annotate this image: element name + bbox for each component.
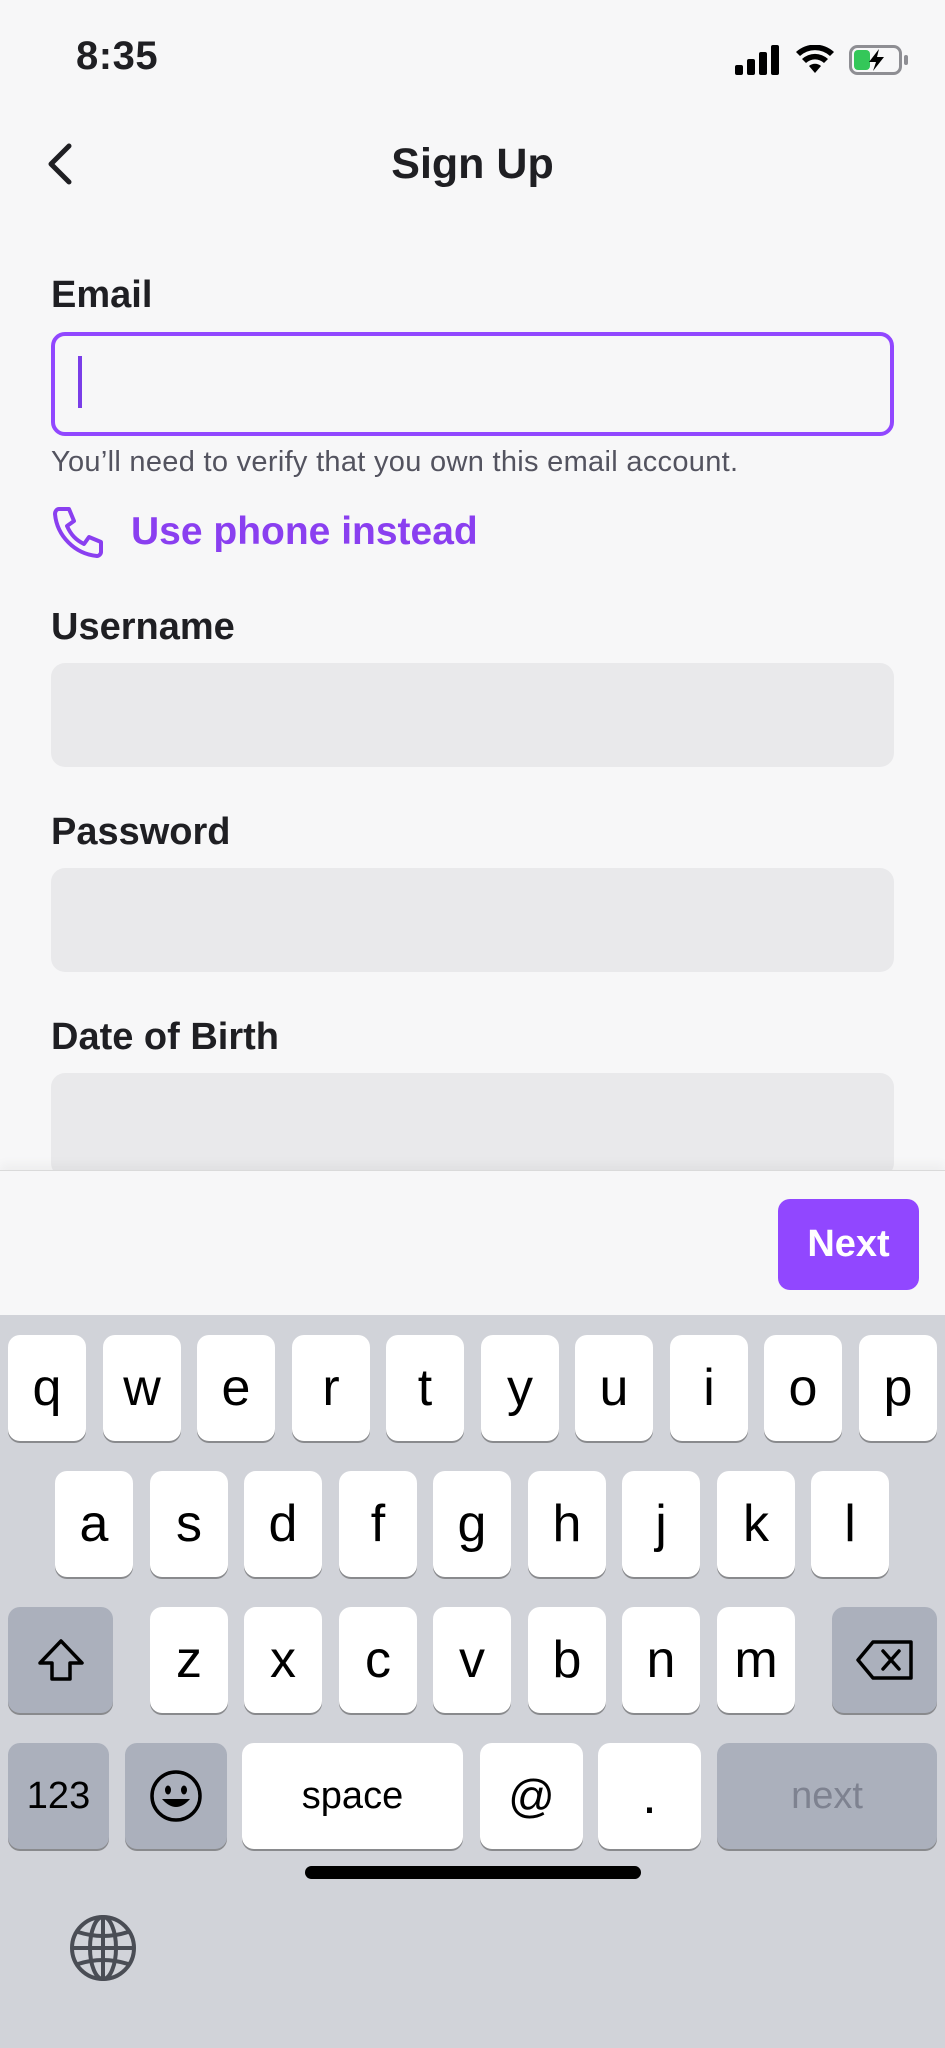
wifi-icon xyxy=(796,45,834,73)
email-label: Email xyxy=(51,274,153,316)
at-key[interactable]: @ xyxy=(480,1743,583,1849)
status-icons xyxy=(735,40,909,80)
dob-input[interactable] xyxy=(51,1073,894,1177)
shift-key[interactable] xyxy=(8,1607,113,1713)
key-a[interactable]: a xyxy=(55,1471,133,1577)
key-p[interactable]: p xyxy=(859,1335,937,1441)
key-t[interactable]: t xyxy=(386,1335,464,1441)
keyboard: q w e r t y u i o p a s d f g h j k l z … xyxy=(0,1315,945,2048)
key-s[interactable]: s xyxy=(150,1471,228,1577)
key-m[interactable]: m xyxy=(717,1607,795,1713)
key-r[interactable]: r xyxy=(292,1335,370,1441)
use-phone-instead-label: Use phone instead xyxy=(131,510,478,553)
text-caret xyxy=(78,356,82,408)
key-n[interactable]: n xyxy=(622,1607,700,1713)
key-i[interactable]: i xyxy=(670,1335,748,1441)
emoji-key[interactable] xyxy=(125,1743,227,1849)
key-c[interactable]: c xyxy=(339,1607,417,1713)
password-input[interactable] xyxy=(51,868,894,972)
username-input[interactable] xyxy=(51,663,894,767)
shift-icon xyxy=(37,1639,84,1681)
backspace-icon xyxy=(855,1640,913,1680)
key-k[interactable]: k xyxy=(717,1471,795,1577)
return-next-key[interactable]: next xyxy=(717,1743,937,1849)
backspace-key[interactable] xyxy=(832,1607,937,1713)
key-d[interactable]: d xyxy=(244,1471,322,1577)
key-x[interactable]: x xyxy=(244,1607,322,1713)
password-label: Password xyxy=(51,811,231,853)
key-f[interactable]: f xyxy=(339,1471,417,1577)
key-g[interactable]: g xyxy=(433,1471,511,1577)
battery-charging-icon xyxy=(849,45,908,75)
username-label: Username xyxy=(51,606,235,648)
key-v[interactable]: v xyxy=(433,1607,511,1713)
space-key[interactable]: space xyxy=(242,1743,463,1849)
key-l[interactable]: l xyxy=(811,1471,889,1577)
key-u[interactable]: u xyxy=(575,1335,653,1441)
key-o[interactable]: o xyxy=(764,1335,842,1441)
key-w[interactable]: w xyxy=(103,1335,181,1441)
dot-key[interactable]: . xyxy=(598,1743,701,1849)
status-time: 8:35 xyxy=(76,34,159,78)
nav-header: Sign Up xyxy=(0,120,945,210)
email-helper-text: You’ll need to verify that you own this … xyxy=(51,446,739,478)
key-h[interactable]: h xyxy=(528,1471,606,1577)
key-q[interactable]: q xyxy=(8,1335,86,1441)
status-bar: 8:35 xyxy=(0,0,945,110)
page-title: Sign Up xyxy=(391,140,554,188)
next-button[interactable]: Next xyxy=(778,1199,919,1290)
home-indicator xyxy=(305,1866,641,1879)
numbers-key[interactable]: 123 xyxy=(8,1743,109,1849)
dob-label: Date of Birth xyxy=(51,1016,279,1058)
emoji-icon xyxy=(150,1770,202,1822)
key-b[interactable]: b xyxy=(528,1607,606,1713)
key-e[interactable]: e xyxy=(197,1335,275,1441)
key-z[interactable]: z xyxy=(150,1607,228,1713)
use-phone-instead-link[interactable]: Use phone instead xyxy=(51,505,478,559)
key-j[interactable]: j xyxy=(622,1471,700,1577)
globe-icon[interactable] xyxy=(68,1913,138,1983)
email-input[interactable] xyxy=(51,332,894,436)
key-y[interactable]: y xyxy=(481,1335,559,1441)
keyboard-accessory-bar: Next xyxy=(0,1170,945,1316)
cellular-signal-icon xyxy=(735,45,779,75)
phone-icon xyxy=(53,507,103,558)
